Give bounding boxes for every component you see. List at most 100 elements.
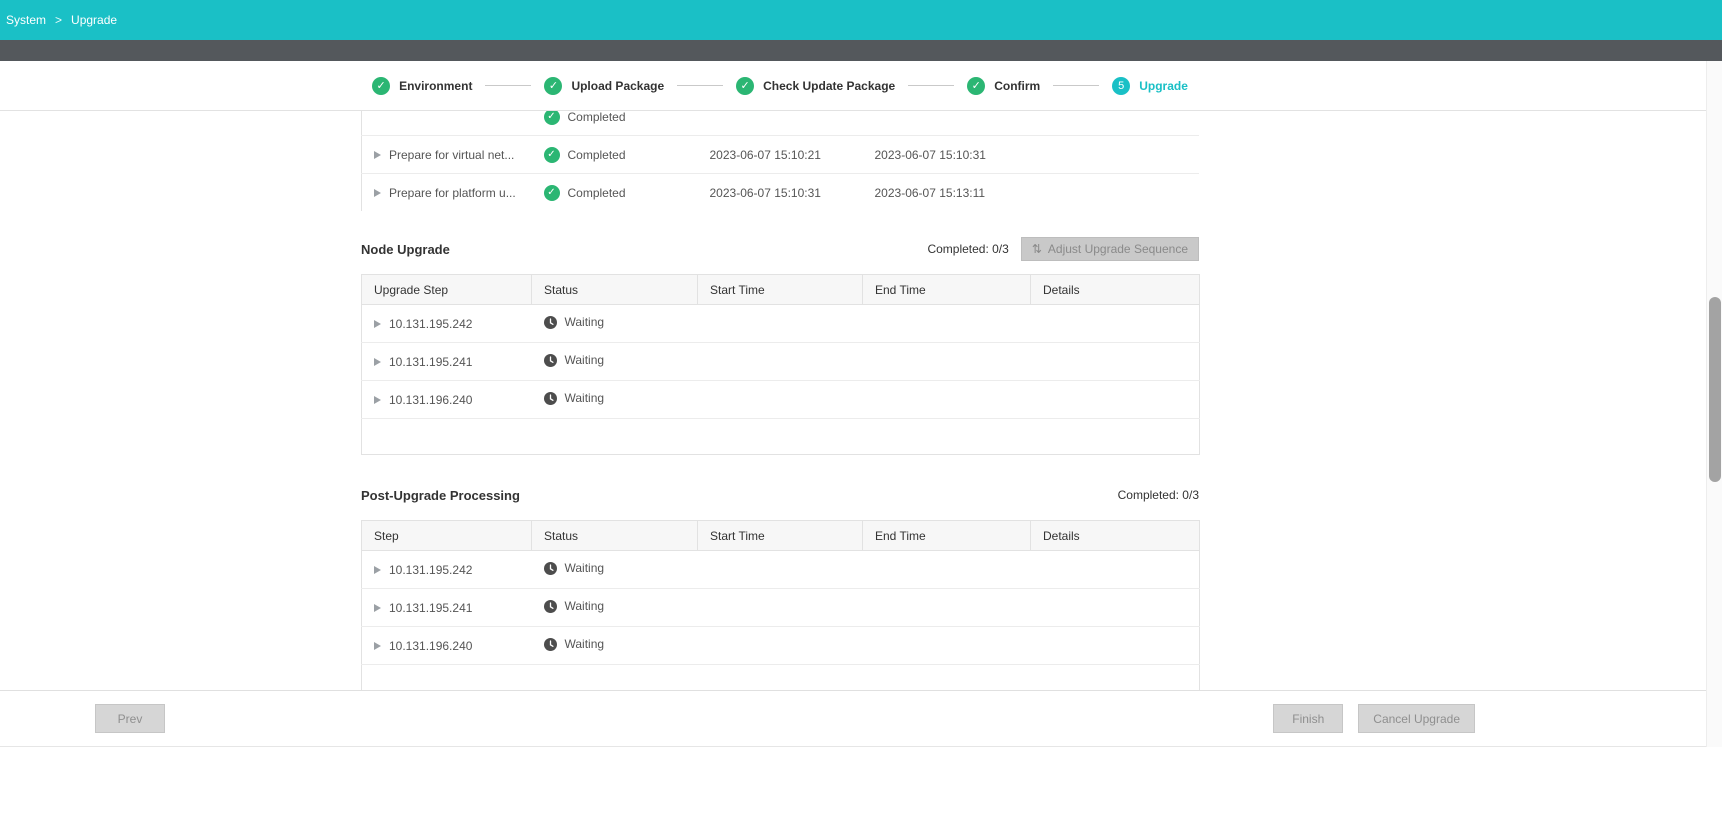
- status-text: Completed: [568, 148, 626, 162]
- table-row: 10.131.195.242 Waiting: [362, 305, 1200, 343]
- table-row-partial: ✓ Completed: [362, 111, 1200, 136]
- expand-caret-icon[interactable]: [374, 642, 381, 650]
- row-step-label: 10.131.195.242: [389, 317, 472, 331]
- status-text: Waiting: [565, 353, 605, 367]
- expand-caret-icon[interactable]: [374, 604, 381, 612]
- step-label-confirm: Confirm: [994, 79, 1040, 93]
- completed-count: Completed: 0/3: [1118, 488, 1199, 502]
- completed-check-icon: ✓: [544, 111, 560, 125]
- breadcrumb-system[interactable]: System: [6, 13, 46, 27]
- waiting-clock-icon: [544, 392, 557, 405]
- completed-check-icon: ✓: [544, 185, 560, 201]
- prepare-steps-table: ✓ Completed Prepare for virtual net...: [361, 111, 1199, 211]
- section-title-node-upgrade: Node Upgrade: [361, 242, 450, 257]
- step-environment: ✓ Environment: [372, 77, 472, 95]
- check-circle-icon: ✓: [967, 77, 985, 95]
- step-connector: [908, 85, 954, 86]
- table-row: 10.131.196.240 Waiting: [362, 381, 1200, 419]
- node-upgrade-section-header: Node Upgrade Completed: 0/3 ⇅ Adjust Upg…: [361, 233, 1199, 265]
- prepare-table-viewport: ✓ Completed Prepare for virtual net...: [361, 111, 1199, 211]
- step-label-upgrade: Upgrade: [1139, 79, 1188, 93]
- finish-button[interactable]: Finish: [1273, 704, 1343, 733]
- vertical-scrollbar[interactable]: [1706, 61, 1722, 747]
- waiting-clock-icon: [544, 316, 557, 329]
- status-text: Waiting: [565, 599, 605, 613]
- step-label-upload-package: Upload Package: [571, 79, 664, 93]
- step-upgrade-current: 5 Upgrade: [1112, 77, 1188, 95]
- column-header: Step: [362, 521, 532, 551]
- row-step-label: 10.131.195.241: [389, 355, 472, 369]
- status-text: Waiting: [565, 315, 605, 329]
- check-circle-icon: ✓: [544, 77, 562, 95]
- waiting-clock-icon: [544, 354, 557, 367]
- row-step-label: 10.131.195.242: [389, 563, 472, 577]
- empty-table-row: [362, 419, 1200, 455]
- expand-caret-icon[interactable]: [374, 566, 381, 574]
- secondary-bar: [0, 40, 1722, 61]
- column-header: Upgrade Step: [362, 275, 532, 305]
- completed-count: Completed: 0/3: [927, 242, 1008, 256]
- table-row: 10.131.195.241 Waiting: [362, 343, 1200, 381]
- node-upgrade-table: Upgrade Step Status Start Time End Time …: [361, 274, 1200, 455]
- main-content: ✓ Completed Prepare for virtual net...: [361, 111, 1199, 701]
- step-label-check-update-package: Check Update Package: [763, 79, 895, 93]
- waiting-clock-icon: [544, 638, 557, 651]
- waiting-clock-icon: [544, 600, 557, 613]
- table-row: 10.131.195.241 Waiting: [362, 589, 1200, 627]
- expand-caret-icon[interactable]: [374, 358, 381, 366]
- expand-caret-icon[interactable]: [374, 320, 381, 328]
- column-header: Details: [1031, 275, 1200, 305]
- step-number-badge: 5: [1112, 77, 1130, 95]
- wizard-stepper: ✓ Environment ✓ Upload Package ✓ Check U…: [361, 77, 1199, 95]
- step-connector: [677, 85, 723, 86]
- adjust-upgrade-sequence-button[interactable]: ⇅ Adjust Upgrade Sequence: [1021, 237, 1199, 261]
- post-upgrade-section-header: Post-Upgrade Processing Completed: 0/3: [361, 479, 1199, 511]
- post-upgrade-header-right: Completed: 0/3: [1118, 488, 1199, 502]
- expand-caret-icon[interactable]: [374, 396, 381, 404]
- footer-right-buttons: Finish Cancel Upgrade: [1273, 704, 1475, 733]
- waiting-clock-icon: [544, 562, 557, 575]
- row-step-label: Prepare for virtual net...: [389, 148, 514, 162]
- status-text: Waiting: [565, 391, 605, 405]
- expand-caret-icon[interactable]: [374, 151, 381, 159]
- step-connector: [1053, 85, 1099, 86]
- breadcrumb: System > Upgrade: [6, 13, 117, 27]
- wizard-stepper-bar: ✓ Environment ✓ Upload Package ✓ Check U…: [0, 61, 1722, 111]
- end-time: 2023-06-07 15:13:11: [863, 174, 1031, 212]
- expand-caret-icon[interactable]: [374, 189, 381, 197]
- step-upload-package: ✓ Upload Package: [544, 77, 664, 95]
- completed-check-icon: ✓: [544, 147, 560, 163]
- column-header: Details: [1031, 521, 1200, 551]
- table-row: Prepare for virtual net... ✓ Completed 2…: [362, 136, 1200, 174]
- column-header: End Time: [863, 275, 1031, 305]
- column-header: Start Time: [698, 521, 863, 551]
- start-time: 2023-06-07 15:10:21: [698, 136, 863, 174]
- table-row: 10.131.196.240 Waiting: [362, 627, 1200, 665]
- row-step-label: 10.131.195.241: [389, 601, 472, 615]
- check-circle-icon: ✓: [372, 77, 390, 95]
- table-header-row: Step Status Start Time End Time Details: [362, 521, 1200, 551]
- status-text: Waiting: [565, 637, 605, 651]
- step-confirm: ✓ Confirm: [967, 77, 1040, 95]
- column-header: Status: [532, 521, 698, 551]
- breadcrumb-upgrade[interactable]: Upgrade: [71, 13, 117, 27]
- row-step-label: Prepare for platform u...: [389, 186, 516, 200]
- adjust-button-label: Adjust Upgrade Sequence: [1048, 242, 1188, 256]
- cancel-upgrade-button[interactable]: Cancel Upgrade: [1358, 704, 1475, 733]
- step-check-update-package: ✓ Check Update Package: [736, 77, 895, 95]
- status-text: Waiting: [565, 561, 605, 575]
- section-title-post-upgrade: Post-Upgrade Processing: [361, 488, 520, 503]
- prev-button[interactable]: Prev: [95, 704, 165, 733]
- post-upgrade-table: Step Status Start Time End Time Details …: [361, 520, 1200, 701]
- status-text: Completed: [568, 111, 626, 124]
- end-time: 2023-06-07 15:10:31: [863, 136, 1031, 174]
- breadcrumb-separator: >: [55, 13, 62, 27]
- column-header: Start Time: [698, 275, 863, 305]
- start-time: 2023-06-07 15:10:31: [698, 174, 863, 212]
- footer-action-bar: Prev Finish Cancel Upgrade: [0, 690, 1722, 747]
- scrollbar-thumb[interactable]: [1709, 297, 1721, 482]
- step-connector: [485, 85, 531, 86]
- row-step-label: 10.131.196.240: [389, 393, 472, 407]
- check-circle-icon: ✓: [736, 77, 754, 95]
- step-label-environment: Environment: [399, 79, 472, 93]
